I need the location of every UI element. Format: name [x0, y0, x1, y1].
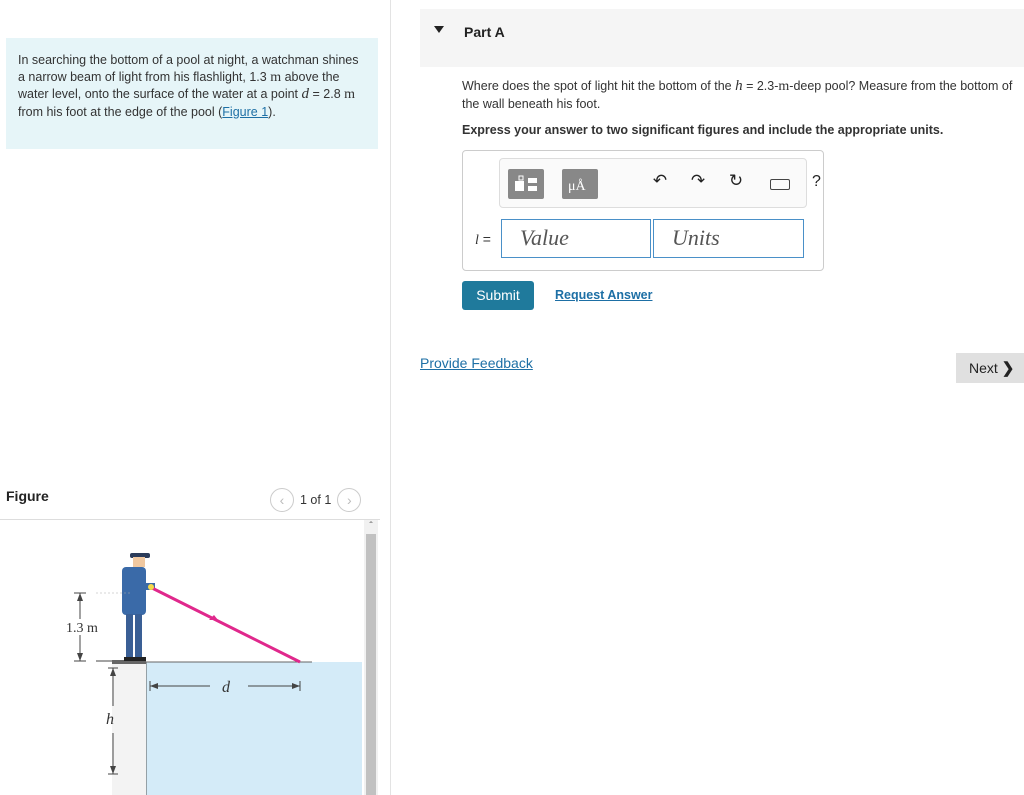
answer-label: l = [475, 231, 491, 248]
flashlight [148, 584, 154, 590]
submit-button[interactable]: Submit [462, 281, 534, 310]
redo-icon[interactable]: ↷ [686, 171, 710, 191]
value-input[interactable]: Value [501, 219, 651, 258]
units-input[interactable]: Units [653, 219, 804, 258]
templates-icon [515, 175, 537, 191]
figure-link[interactable]: Figure 1 [222, 105, 268, 119]
scroll-up-icon[interactable]: ˆ [364, 520, 378, 534]
d-label: d [222, 679, 231, 696]
figure-scrollbar-thumb[interactable] [366, 534, 376, 795]
pool-figure: 1.3 m d h [58, 553, 362, 795]
templates-button[interactable] [508, 169, 544, 199]
instruction-text: Express your answer to two significant f… [462, 123, 944, 137]
keyboard-icon[interactable] [770, 179, 790, 190]
collapse-arrow-icon[interactable] [434, 26, 444, 33]
figure-title: Figure [6, 488, 49, 504]
question-text: Where does the spot of light hit the bot… [462, 78, 1013, 111]
reset-icon[interactable]: ↻ [724, 171, 748, 191]
left-panel: In searching the bottom of a pool at nig… [0, 0, 390, 795]
math-toolbar: μÅ ↶ ↷ ↻ ? [499, 158, 821, 208]
undo-icon[interactable]: ↶ [648, 171, 672, 191]
chevron-right-icon[interactable]: › [337, 488, 362, 512]
answer-box: μÅ ↶ ↷ ↻ ? l = Value Units [462, 150, 824, 271]
next-button[interactable]: Next ❯ [956, 353, 1024, 383]
request-answer-link[interactable]: Request Answer [555, 288, 652, 302]
panel-divider [390, 0, 391, 795]
provide-feedback-link[interactable]: Provide Feedback [420, 355, 533, 371]
pager-text: 1 of 1 [300, 493, 332, 507]
chevron-right-icon: ❯ [1001, 360, 1015, 377]
chevron-left-icon[interactable]: ‹ [270, 488, 294, 512]
pool-water [146, 662, 362, 795]
part-a-header[interactable]: Part A [420, 9, 1024, 67]
figure-header: Figure ‹ 1 of 1 › [0, 484, 380, 520]
light-beam [149, 585, 301, 664]
units-button[interactable]: μÅ [562, 169, 598, 199]
problem-statement: In searching the bottom of a pool at nig… [6, 38, 378, 149]
watchman [122, 553, 155, 661]
figure-pager: ‹ 1 of 1 › [270, 488, 362, 512]
help-icon[interactable]: ? [812, 173, 821, 191]
deck [112, 662, 146, 795]
h-label: h [106, 711, 114, 728]
height-label: 1.3 m [66, 621, 98, 636]
units-icon: μÅ [568, 179, 586, 194]
part-title: Part A [464, 24, 505, 40]
